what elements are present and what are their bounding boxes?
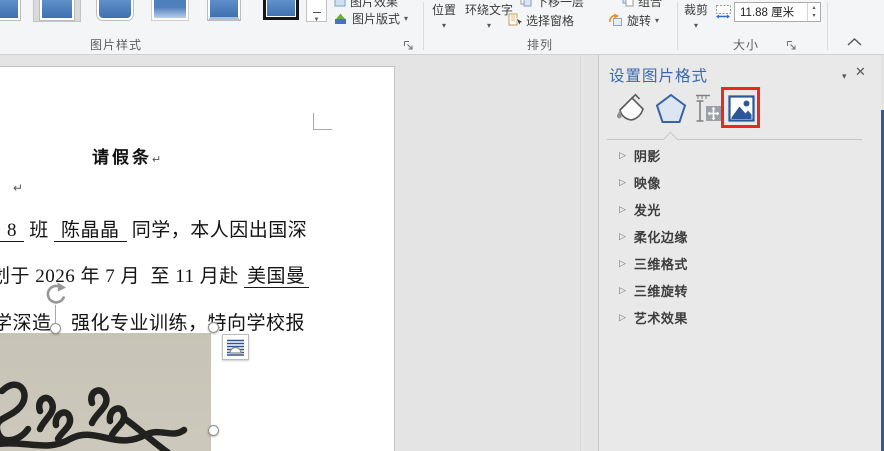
section-3d-format[interactable]: ▷ 三维格式: [619, 253, 688, 273]
pane-close-icon[interactable]: ✕: [855, 64, 866, 80]
effects-tab-icon[interactable]: [655, 92, 688, 126]
shape-width-value[interactable]: 11.88 厘米: [735, 4, 807, 20]
section-3d-rotation[interactable]: ▷ 三维旋转: [619, 280, 688, 300]
group-separator: [677, 2, 678, 50]
pane-options-dropdown-icon[interactable]: ▾: [842, 71, 847, 82]
picture-style-thumbnail[interactable]: [0, 0, 20, 20]
rotate-handle-icon[interactable]: [43, 282, 68, 306]
ribbon: ▼ 图片效果 图片版式 ▾ 图片样式 位置 ▾ 环绕文字 ▾: [0, 0, 884, 55]
picture-layout-icon: [334, 12, 348, 25]
image-handle-top-right[interactable]: [208, 322, 219, 333]
expand-triangle-icon: ▷: [619, 231, 626, 242]
margin-corner-mark: [313, 113, 332, 130]
section-soft-edges[interactable]: ▷ 柔化边缘: [619, 226, 688, 246]
send-backward-icon: [520, 0, 532, 7]
section-artistic-effects[interactable]: ▷ 艺术效果: [619, 307, 688, 327]
expand-triangle-icon: ▷: [619, 285, 626, 296]
filled-blank-class: 8: [0, 220, 24, 242]
picture-styles-dialog-launcher[interactable]: [403, 40, 414, 51]
fill-line-tab-icon[interactable]: [616, 93, 647, 126]
wrap-text-button[interactable]: 环绕文字 ▾: [464, 1, 514, 30]
picture-style-thumbnail[interactable]: [208, 0, 240, 20]
annotation-highlight-box: [721, 87, 760, 128]
image-handle-right[interactable]: [208, 425, 219, 436]
expand-triangle-icon: ▷: [619, 177, 626, 188]
expand-triangle-icon: ▷: [619, 204, 626, 215]
picture-style-thumbnail[interactable]: [40, 0, 74, 20]
crop-button[interactable]: 裁剪 ▾: [679, 1, 713, 30]
rotate-button[interactable]: 旋转 ▾: [608, 10, 659, 30]
rotate-handle-stem: [55, 305, 56, 325]
image-handle-top[interactable]: [50, 323, 61, 334]
position-button[interactable]: 位置 ▾: [426, 1, 462, 30]
layout-properties-tab-icon[interactable]: [694, 93, 723, 125]
layout-options-icon: [226, 339, 245, 356]
selection-pane-icon: [508, 13, 522, 27]
format-picture-pane: 设置图片格式 ▾ ✕: [598, 55, 881, 451]
width-spinner: ▴ ▾: [807, 3, 820, 21]
doc-line-1[interactable]: 8 班 陈晶晶 同学，本人因出国深: [0, 215, 307, 242]
gallery-more-arrow: ▼: [307, 18, 326, 23]
group-label-size: 大小: [733, 36, 759, 53]
document-area: 请假条↵ ↵ 8 班 陈晶晶 同学，本人因出国深 划于 2026 年 7 月 至…: [0, 55, 884, 451]
shape-width-icon: [715, 4, 733, 20]
size-dialog-launcher[interactable]: [786, 40, 797, 51]
selection-pane-button[interactable]: 选择窗格: [508, 10, 574, 30]
width-spin-up[interactable]: ▴: [812, 4, 815, 12]
group-separator: [423, 2, 424, 50]
picture-style-thumbnail[interactable]: [97, 0, 133, 20]
word-window: ▼ 图片效果 图片版式 ▾ 图片样式 位置 ▾ 环绕文字 ▾: [0, 0, 884, 451]
doc-title: 请假条↵: [92, 143, 161, 168]
gallery-more-button[interactable]: ▼: [306, 0, 327, 22]
doc-line-3[interactable]: 学深造，强化专业训练，特向学校报: [0, 308, 305, 335]
width-spin-down[interactable]: ▾: [812, 12, 815, 20]
picture-style-thumbnail[interactable]: [263, 0, 299, 20]
section-reflection[interactable]: ▷ 映像: [619, 172, 661, 192]
scrollbar-track[interactable]: [580, 55, 581, 451]
shape-width-field[interactable]: 11.88 厘米 ▴ ▾: [734, 2, 821, 22]
group-label-arrange: 排列: [527, 36, 553, 53]
pane-title: 设置图片格式: [609, 64, 708, 86]
group-separator: [827, 2, 828, 50]
signature-strokes: [0, 333, 211, 451]
section-glow[interactable]: ▷ 发光: [619, 199, 661, 219]
collapse-ribbon-button[interactable]: [847, 37, 862, 47]
section-shadow[interactable]: ▷ 阴影: [619, 145, 661, 165]
gallery-more-icon: [313, 12, 321, 13]
rotate-icon: [608, 13, 623, 27]
expand-triangle-icon: ▷: [619, 258, 626, 269]
layout-options-button[interactable]: [222, 334, 249, 360]
group-objects-icon: [622, 0, 634, 7]
filled-blank-destination: 美国曼: [244, 266, 309, 288]
paragraph-mark: ↵: [152, 154, 161, 166]
group-label-picture-styles: 图片样式: [90, 36, 142, 53]
picture-style-thumbnail[interactable]: [152, 0, 188, 20]
signature-image[interactable]: [0, 333, 211, 451]
pane-tabs: [599, 91, 882, 135]
expand-triangle-icon: ▷: [619, 150, 626, 161]
picture-effects-icon: [334, 0, 346, 7]
filled-blank-name: 陈晶晶: [54, 220, 127, 242]
pane-divider: [607, 139, 862, 140]
picture-layout-button[interactable]: 图片版式 ▾: [334, 8, 408, 28]
expand-triangle-icon: ▷: [619, 312, 626, 323]
paragraph-mark: ↵: [13, 181, 23, 195]
